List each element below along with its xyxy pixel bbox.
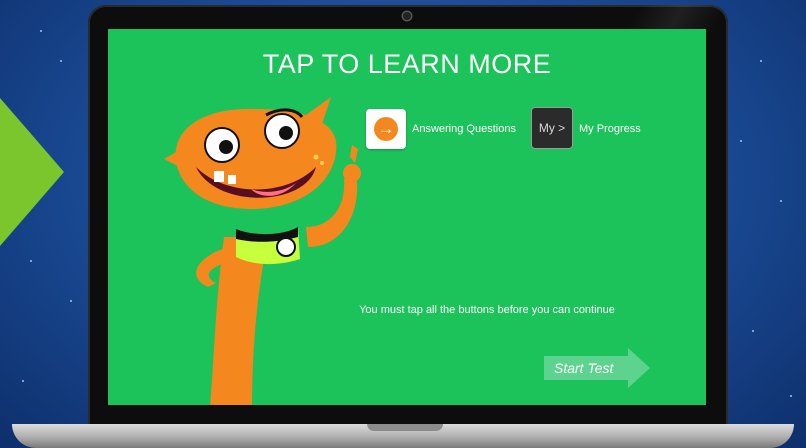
orange-mascot-illustration <box>164 97 361 405</box>
page-title: TAP TO LEARN MORE <box>262 49 552 79</box>
my-progress-label[interactable]: My Progress <box>579 123 641 135</box>
laptop-notch <box>367 424 443 431</box>
side-play-arrow-icon <box>0 98 64 246</box>
app-screen: TAP TO LEARN MORE → Answering Questions … <box>108 29 706 405</box>
arrow-right-icon: → <box>374 117 398 141</box>
laptop-base <box>12 424 794 448</box>
instruction-text: You must tap all the buttons before you … <box>359 304 615 316</box>
start-test-button[interactable]: Start Test <box>544 348 654 388</box>
answering-questions-label[interactable]: Answering Questions <box>412 123 516 135</box>
laptop: TAP TO LEARN MORE → Answering Questions … <box>88 5 728 427</box>
start-test-label: Start Test <box>554 360 614 376</box>
my-progress-button[interactable]: My > <box>531 107 573 149</box>
answering-questions-button[interactable]: → <box>366 109 406 149</box>
webcam-icon <box>403 12 411 20</box>
